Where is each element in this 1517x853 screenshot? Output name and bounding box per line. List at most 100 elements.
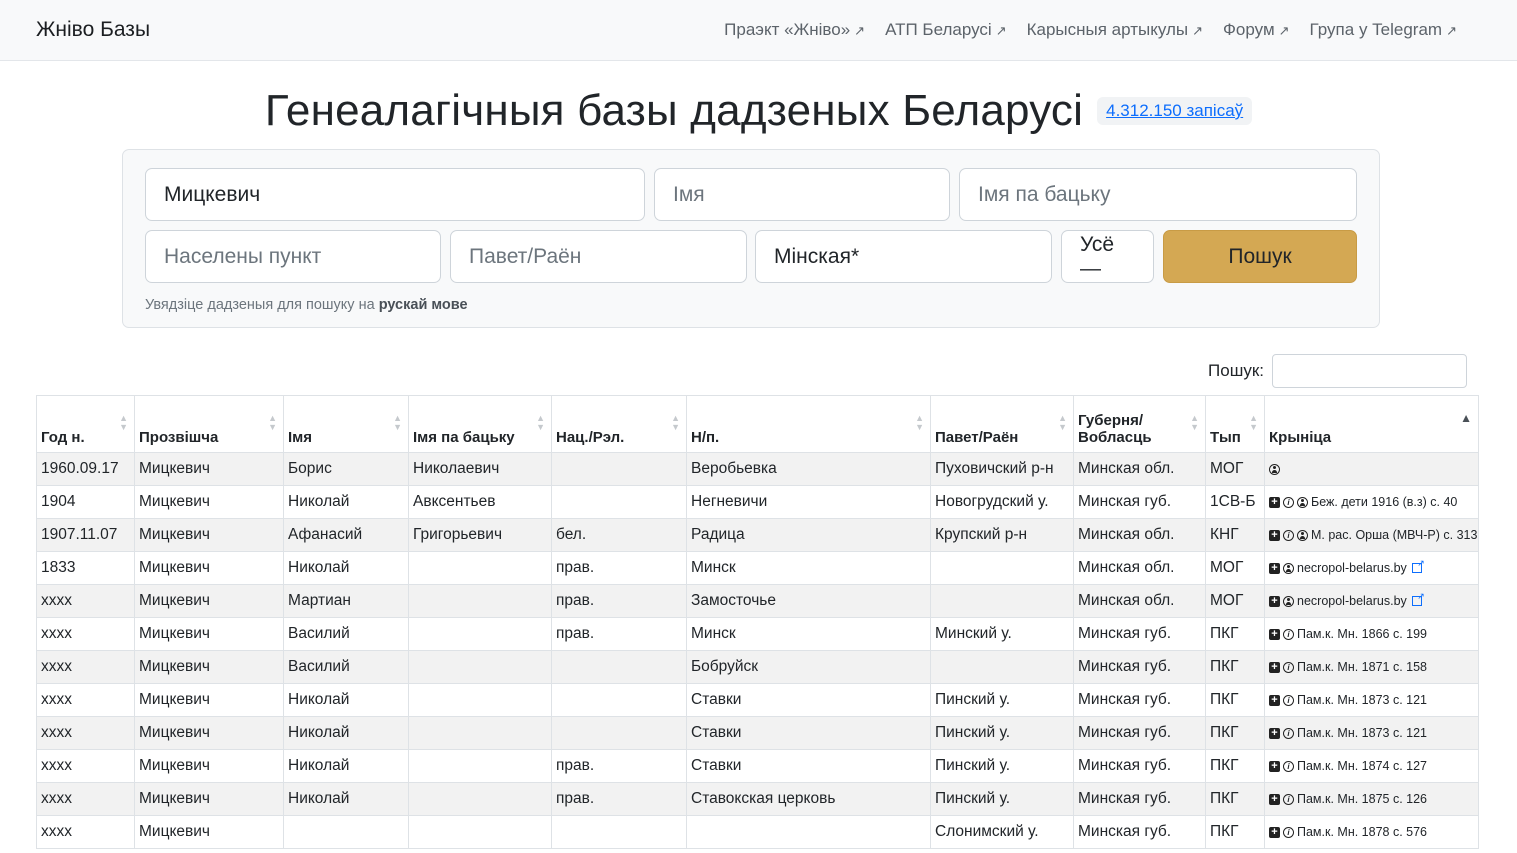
nav-link-1[interactable]: Праэкт «Жніво» ↗ <box>724 20 865 40</box>
column-header-9[interactable]: Тып ▲ ▼ <box>1205 395 1265 453</box>
sort-arrows-icon: ▲ ▼ <box>1190 413 1199 432</box>
column-header-label: Павет/Раён <box>935 429 1019 446</box>
nav-link-4[interactable]: Форум ↗ <box>1223 20 1290 40</box>
region-select[interactable]: Мінская* <box>755 230 1052 283</box>
table-row: xxxx Мицкевич Николай прав. Ставки Пинский у.… <box>36 749 1479 783</box>
column-header-label: Імя <box>288 429 313 446</box>
source-cell-content <box>1269 463 1474 475</box>
plus-icon[interactable]: + <box>1269 826 1280 838</box>
source-label: Беж. дети 1916 (в.з) с. 40 <box>1311 495 1458 509</box>
records-count-link[interactable]: 4.312.150 запісаў <box>1097 97 1253 125</box>
table-filter: Пошук: <box>1208 354 1467 388</box>
table-cell: Григорьевич <box>408 518 552 552</box>
brand-link[interactable]: Жніво Базы <box>36 18 150 42</box>
results-table: Год н. ▲ ▼ Прозвішча ▲ ▼ Імя ▲ ▼ Імя па бацьку ▲ ▼ Н… <box>36 395 1479 849</box>
sort-arrows-icon: ▲ ▼ <box>268 413 277 432</box>
table-cell: Афанасий <box>283 518 409 552</box>
column-header-label: Губерня/Вобласць <box>1078 412 1152 446</box>
table-cell: xxxx <box>36 617 135 651</box>
table-cell: 1960.09.17 <box>36 452 135 486</box>
table-cell: Василий <box>283 650 409 684</box>
source-cell-content: + i Пам.к. Мн. 1878 с. 576 <box>1269 825 1474 839</box>
table-cell: Мицкевич <box>134 518 284 552</box>
column-header-1[interactable]: Год н. ▲ ▼ <box>36 395 135 453</box>
table-cell: ПКГ <box>1205 782 1265 816</box>
district-input[interactable] <box>450 230 747 283</box>
column-header-5[interactable]: Нац./Рэл. ▲ ▼ <box>551 395 687 453</box>
table-cell: Борис <box>283 452 409 486</box>
search-panel: Мінская* Усё — Пошук Увядзіце дадзеныя д… <box>122 149 1380 328</box>
column-header-10[interactable]: Крыніца ▲ <box>1264 395 1479 453</box>
table-cell <box>408 584 552 618</box>
info-icon: i <box>1283 496 1294 508</box>
table-cell: Мицкевич <box>134 485 284 519</box>
name-input[interactable] <box>654 168 950 221</box>
user-icon <box>1297 529 1308 541</box>
info-icon: i <box>1283 529 1294 541</box>
table-cell: Мицкевич <box>134 716 284 750</box>
table-cell: Пинский у. <box>930 716 1074 750</box>
nav-link-label: АТП Беларусі <box>885 20 992 39</box>
table-filter-label: Пошук: <box>1208 361 1264 380</box>
table-cell: Минская обл. <box>1073 584 1206 618</box>
source-cell-content: + i Пам.к. Мн. 1873 с. 121 <box>1269 726 1474 740</box>
plus-icon[interactable]: + <box>1269 793 1280 805</box>
place-input[interactable] <box>145 230 441 283</box>
table-cell: + i Пам.к. Мн. 1875 с. 126 <box>1264 782 1479 816</box>
column-header-label: Тып <box>1210 429 1241 446</box>
table-cell: 1904 <box>36 485 135 519</box>
column-header-7[interactable]: Павет/Раён ▲ ▼ <box>930 395 1074 453</box>
plus-icon[interactable]: + <box>1269 529 1280 541</box>
source-label[interactable]: necropol-belarus.by <box>1297 561 1407 575</box>
column-header-2[interactable]: Прозвішча ▲ ▼ <box>134 395 284 453</box>
plus-icon[interactable]: + <box>1269 760 1280 772</box>
plus-icon[interactable]: + <box>1269 694 1280 706</box>
surname-input[interactable] <box>145 168 645 221</box>
table-cell: + i Пам.к. Мн. 1874 с. 127 <box>1264 749 1479 783</box>
table-cell: Минская губ. <box>1073 782 1206 816</box>
column-header-4[interactable]: Імя па бацьку ▲ ▼ <box>408 395 552 453</box>
nav-link-3[interactable]: Карысныя артыкулы ↗ <box>1027 20 1203 40</box>
search-button[interactable]: Пошук <box>1163 230 1357 283</box>
table-cell <box>408 782 552 816</box>
column-header-8[interactable]: Губерня/Вобласць ▲ ▼ <box>1073 395 1206 453</box>
plus-icon[interactable]: + <box>1269 628 1280 640</box>
table-cell: Мицкевич <box>134 650 284 684</box>
table-row: xxxx Мицкевич Мартиан прав. Замосточье Минска… <box>36 584 1479 618</box>
table-cell: xxxx <box>36 782 135 816</box>
source-label: Пам.к. Мн. 1873 с. 121 <box>1297 693 1428 707</box>
table-cell: + i М. рас. Орша (МВЧ-Р) с. 313 <box>1264 518 1479 552</box>
table-filter-input[interactable] <box>1272 354 1467 388</box>
patronymic-input[interactable] <box>959 168 1357 221</box>
plus-icon[interactable]: + <box>1269 727 1280 739</box>
sort-arrows-icon: ▲ ▼ <box>1058 413 1067 432</box>
table-row: xxxx Мицкевич Василий прав. Минск Минский у. М… <box>36 617 1479 651</box>
external-link-icon[interactable] <box>1411 558 1425 573</box>
plus-icon[interactable]: + <box>1269 595 1280 607</box>
nav-link-2[interactable]: АТП Беларусі ↗ <box>885 20 1007 40</box>
table-cell <box>283 815 409 849</box>
source-cell-content: + i Пам.к. Мн. 1866 с. 199 <box>1269 627 1474 641</box>
column-header-6[interactable]: Н/п. ▲ ▼ <box>686 395 931 453</box>
external-arrow-icon: ↗ <box>854 23 866 38</box>
source-label: М. рас. Орша (МВЧ-Р) с. 313 <box>1311 528 1478 542</box>
nav-link-5[interactable]: Група у Telegram ↗ <box>1310 20 1457 40</box>
column-header-3[interactable]: Імя ▲ ▼ <box>283 395 409 453</box>
plus-icon[interactable]: + <box>1269 562 1280 574</box>
source-cell-content: + i Беж. дети 1916 (в.з) с. 40 <box>1269 495 1474 509</box>
plus-icon[interactable]: + <box>1269 661 1280 673</box>
plus-icon[interactable]: + <box>1269 496 1280 508</box>
nav-link-label: Праэкт «Жніво» <box>724 20 851 39</box>
table-cell: Минская губ. <box>1073 650 1206 684</box>
table-cell: xxxx <box>36 749 135 783</box>
table-cell <box>408 617 552 651</box>
table-cell: Пуховичский р-н <box>930 452 1074 486</box>
source-label[interactable]: necropol-belarus.by <box>1297 594 1407 608</box>
sort-arrows-icon: ▲ ▼ <box>915 413 924 432</box>
table-cell <box>930 551 1074 585</box>
table-cell: Радица <box>686 518 931 552</box>
external-link-icon[interactable] <box>1411 591 1425 606</box>
table-cell: Минская губ. <box>1073 749 1206 783</box>
type-select[interactable]: Усё — <box>1061 230 1154 283</box>
search-hint: Увядзіце дадзеныя для пошуку на рускай м… <box>145 297 468 313</box>
